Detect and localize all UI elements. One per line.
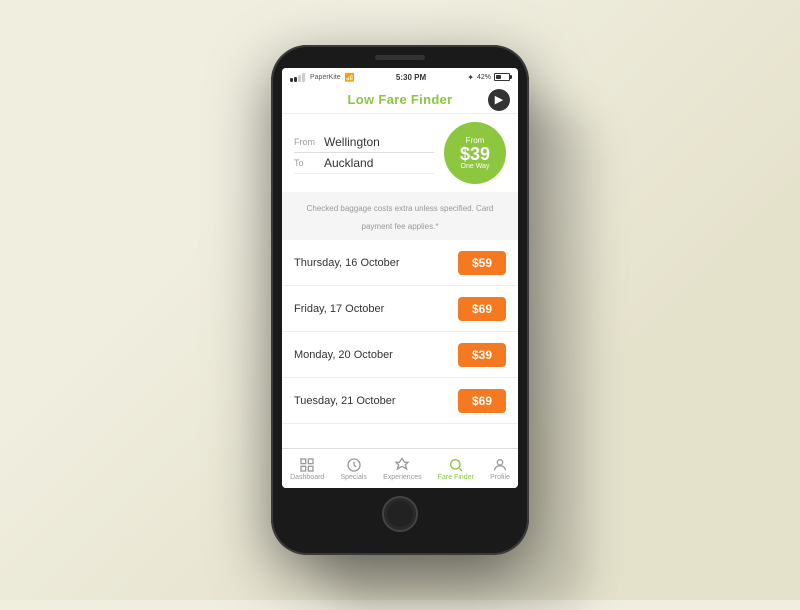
wifi-icon: 📶: [345, 73, 355, 82]
phone-screen: PaperKite 📶 5:30 PM ✦ 42% Low Fare Finde…: [282, 68, 518, 488]
phone-home-button[interactable]: [382, 496, 418, 532]
fare-list: Thursday, 16 October $59 Friday, 17 Octobe…: [282, 240, 518, 448]
dashboard-label: Dashboard: [290, 474, 324, 481]
fare-date: Thursday, 16 October: [294, 257, 400, 269]
from-label: From: [294, 137, 318, 147]
nav-item-specials[interactable]: Specials: [340, 457, 366, 481]
price-amount: $39: [460, 145, 490, 163]
to-value: Auckland: [324, 156, 373, 170]
fare-price-button[interactable]: $69: [458, 389, 506, 413]
status-time: 5:30 PM: [396, 73, 426, 82]
to-row[interactable]: To Auckland: [294, 153, 434, 174]
phone-device: PaperKite 📶 5:30 PM ✦ 42% Low Fare Finde…: [271, 45, 529, 555]
experiences-label: Experiences: [383, 474, 422, 481]
specials-icon: [345, 457, 363, 473]
fare-finder-icon: [447, 457, 465, 473]
battery-icon: [494, 73, 510, 81]
fare-row: Friday, 17 October $69: [282, 286, 518, 332]
route-fields: From Wellington To Auckland: [294, 132, 434, 174]
notice-bar: Checked baggage costs extra unless speci…: [282, 192, 518, 240]
fare-finder-label: Fare Finder: [438, 474, 474, 481]
notice-text: Checked baggage costs extra unless speci…: [307, 204, 494, 231]
bottom-nav: Dashboard Specials Experiences: [282, 448, 518, 488]
price-oneway-label: One Way: [461, 163, 490, 170]
phone-speaker: [375, 55, 425, 60]
status-right: ✦ 42%: [467, 73, 510, 82]
nav-item-profile[interactable]: Profile: [490, 457, 510, 481]
bluetooth-icon: ✦: [467, 73, 474, 82]
fare-date: Friday, 17 October: [294, 303, 384, 315]
nav-item-experiences[interactable]: Experiences: [383, 457, 422, 481]
fare-date: Tuesday, 21 October: [294, 395, 396, 407]
status-bar: PaperKite 📶 5:30 PM ✦ 42%: [282, 68, 518, 86]
fare-price-button[interactable]: $69: [458, 297, 506, 321]
nav-item-dashboard[interactable]: Dashboard: [290, 457, 324, 481]
route-section: From Wellington To Auckland From $39 One…: [282, 114, 518, 192]
from-value: Wellington: [324, 135, 380, 149]
experiences-icon: [393, 457, 411, 473]
fare-price-button[interactable]: $59: [458, 251, 506, 275]
forward-button[interactable]: ▶: [488, 89, 510, 111]
fare-price-button[interactable]: $39: [458, 343, 506, 367]
fare-row: Thursday, 16 October $59: [282, 240, 518, 286]
price-badge: From $39 One Way: [444, 122, 506, 184]
from-row[interactable]: From Wellington: [294, 132, 434, 153]
to-label: To: [294, 158, 318, 168]
profile-label: Profile: [490, 474, 510, 481]
nav-item-fare-finder[interactable]: Fare Finder: [438, 457, 474, 481]
profile-icon: [491, 457, 509, 473]
app-header: Low Fare Finder ▶: [282, 86, 518, 114]
specials-label: Specials: [340, 474, 366, 481]
forward-arrow-icon: ▶: [495, 93, 503, 106]
battery-fill: [496, 75, 501, 79]
dashboard-icon: [298, 457, 316, 473]
carrier-label: PaperKite: [310, 74, 341, 81]
signal-icon: [290, 73, 305, 82]
fare-date: Monday, 20 October: [294, 349, 393, 361]
app-title: Low Fare Finder: [348, 92, 453, 107]
fare-row: Tuesday, 21 October $69: [282, 378, 518, 424]
fare-row: Monday, 20 October $39: [282, 332, 518, 378]
battery-percent: 42%: [477, 74, 491, 81]
status-left: PaperKite 📶: [290, 73, 355, 82]
